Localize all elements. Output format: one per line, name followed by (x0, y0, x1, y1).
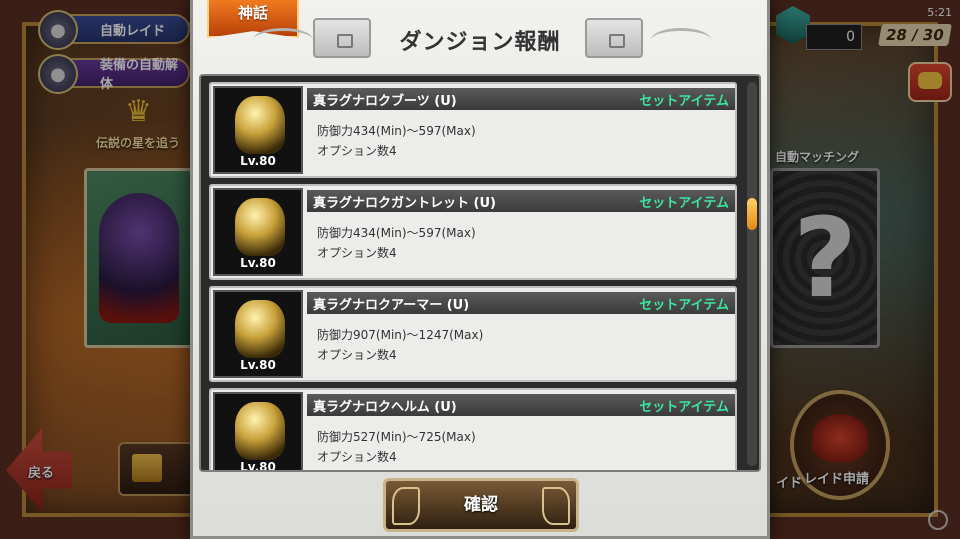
item-options: オプション数4 (317, 348, 397, 362)
item-name: 真ラグナロクブーツ (U) (313, 93, 457, 109)
set-item-label: セットアイテム (639, 195, 729, 211)
boots-icon: Lv.80 (213, 86, 303, 174)
item-defense: 防御力527(Min)〜725(Max) (317, 430, 476, 444)
gauntlet-image (235, 198, 285, 256)
ornament-icon (542, 487, 570, 525)
list-item[interactable]: Lv.80 真ラグナロクヘルム (U) セットアイテム 防御力527(Min)〜… (209, 388, 737, 472)
item-level: Lv.80 (240, 154, 276, 168)
list-item[interactable]: Lv.80 真ラグナロクガントレット (U) セットアイテム 防御力434(Mi… (209, 184, 737, 280)
item-header: 真ラグナロクヘルム (U) セットアイテム (307, 394, 735, 416)
item-options: オプション数4 (317, 450, 397, 464)
item-defense: 防御力434(Min)〜597(Max) (317, 124, 476, 138)
item-name: 真ラグナロクガントレット (U) (313, 195, 496, 211)
item-name: 真ラグナロクヘルム (U) (313, 399, 457, 415)
confirm-button[interactable]: 確認 (383, 478, 579, 532)
flourish-right (651, 28, 711, 52)
set-item-label: セットアイテム (639, 297, 729, 313)
treasure-chest-icon (585, 18, 643, 58)
helm-icon: Lv.80 (213, 392, 303, 472)
item-level: Lv.80 (240, 460, 276, 472)
item-name: 真ラグナロクアーマー (U) (313, 297, 470, 313)
item-defense: 防御力434(Min)〜597(Max) (317, 226, 476, 240)
reward-list[interactable]: Lv.80 真ラグナロクブーツ (U) セットアイテム 防御力434(Min)〜… (199, 74, 761, 472)
list-item[interactable]: Lv.80 真ラグナロクアーマー (U) セットアイテム 防御力907(Min)… (209, 286, 737, 382)
set-item-label: セットアイテム (639, 399, 729, 415)
item-header: 真ラグナロクガントレット (U) セットアイテム (307, 190, 735, 212)
helm-image (235, 402, 285, 460)
item-level: Lv.80 (240, 358, 276, 372)
armor-icon: Lv.80 (213, 290, 303, 378)
ornament-icon (392, 487, 420, 525)
dungeon-reward-modal: 神話 ダンジョン報酬 Lv.80 真ラグナロクブーツ (U) セットアイテム 防… (190, 0, 770, 539)
scroll-thumb[interactable] (747, 198, 757, 230)
item-defense: 防御力907(Min)〜1247(Max) (317, 328, 484, 342)
item-options: オプション数4 (317, 246, 397, 260)
armor-image (235, 300, 285, 358)
gauntlet-icon: Lv.80 (213, 188, 303, 276)
item-level: Lv.80 (240, 256, 276, 270)
scrollbar[interactable] (747, 82, 757, 466)
item-options: オプション数4 (317, 144, 397, 158)
list-item[interactable]: Lv.80 真ラグナロクブーツ (U) セットアイテム 防御力434(Min)〜… (209, 82, 737, 178)
confirm-label: 確認 (464, 495, 498, 515)
item-header: 真ラグナロクアーマー (U) セットアイテム (307, 292, 735, 314)
boots-image (235, 96, 285, 154)
item-header: 真ラグナロクブーツ (U) セットアイテム (307, 88, 735, 110)
set-item-label: セットアイテム (639, 93, 729, 109)
